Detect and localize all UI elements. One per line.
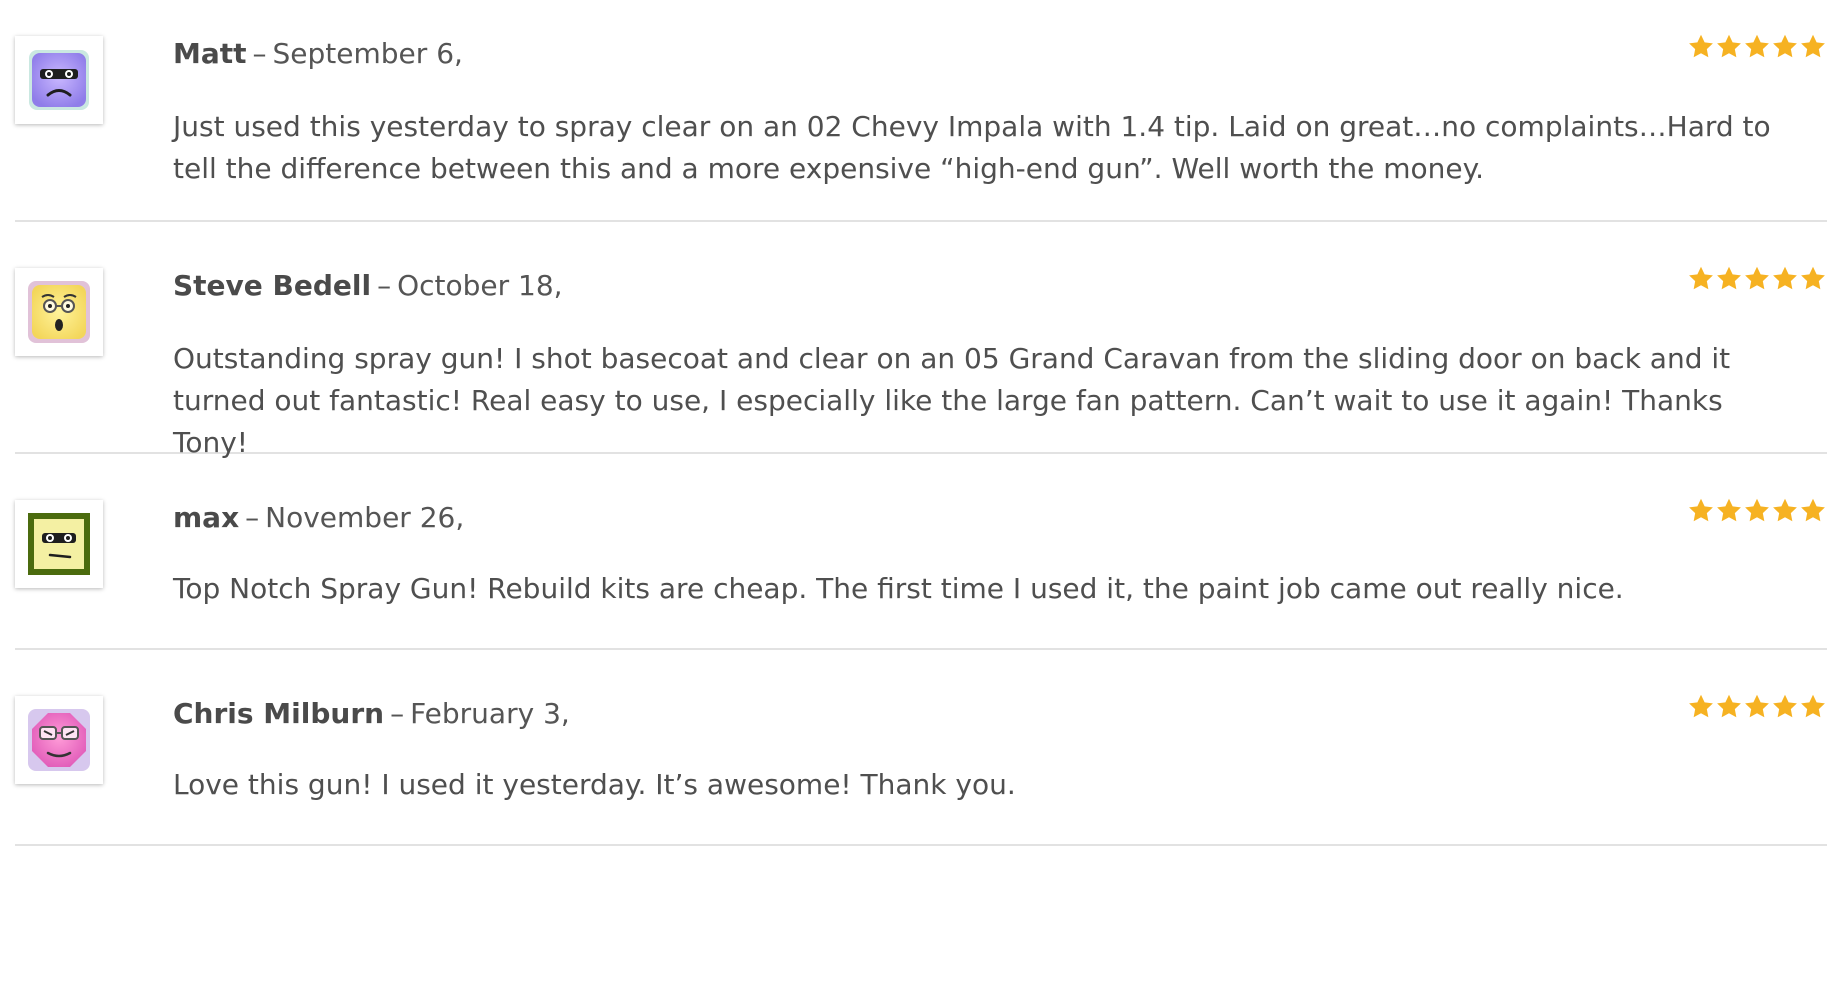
star-icon — [1717, 34, 1741, 58]
star-icon — [1773, 694, 1797, 718]
review-item: max – November 26, Top Notch Spray Gun! Re… — [15, 454, 1827, 650]
surprised-yellow-face-glasses-icon — [28, 281, 90, 343]
review-author: max — [173, 501, 240, 534]
star-icon — [1689, 34, 1713, 58]
review-meta: Chris Milburn – February 3, — [173, 697, 570, 731]
review-date: September 6, — [272, 37, 463, 70]
pink-octagon-face-glasses-icon — [28, 709, 90, 771]
star-icon — [1717, 266, 1741, 290]
star-icon — [1745, 266, 1769, 290]
star-icon — [1689, 266, 1713, 290]
review-item: Matt – September 6, Just used this yesterd… — [15, 0, 1827, 222]
meta-separator: – — [252, 37, 267, 70]
review-text: Outstanding spray gun! I shot basecoat a… — [173, 342, 1731, 459]
review-author: Chris Milburn — [173, 697, 385, 730]
review-author: Matt — [173, 37, 247, 70]
meta-separator: – — [245, 501, 260, 534]
review-text: Just used this yesterday to spray clear … — [173, 110, 1771, 185]
avatar — [15, 36, 103, 124]
avatar — [15, 500, 103, 588]
star-icon — [1745, 694, 1769, 718]
review-date: October 18, — [397, 269, 563, 302]
avatar — [15, 268, 103, 356]
star-rating — [1687, 693, 1827, 721]
review-item: Chris Milburn – February 3, Love this gun!… — [15, 650, 1827, 846]
neutral-yellow-face-green-frame-icon — [28, 513, 90, 575]
star-icon — [1801, 694, 1825, 718]
star-icon — [1717, 498, 1741, 522]
star-icon — [1717, 694, 1741, 718]
star-icon — [1689, 694, 1713, 718]
star-icon — [1801, 498, 1825, 522]
review-meta: Matt – September 6, — [173, 37, 463, 71]
star-rating — [1687, 265, 1827, 293]
star-rating — [1687, 497, 1827, 525]
review-text: Top Notch Spray Gun! Rebuild kits are ch… — [173, 572, 1624, 605]
review-text: Love this gun! I used it yesterday. It’s… — [173, 768, 1016, 801]
review-meta: Steve Bedell – October 18, — [173, 269, 563, 303]
star-icon — [1689, 498, 1713, 522]
star-rating — [1687, 33, 1827, 61]
star-icon — [1773, 498, 1797, 522]
meta-separator: – — [390, 697, 405, 730]
avatar — [15, 696, 103, 784]
reviews-list: Matt – September 6, Just used this yesterd… — [0, 0, 1842, 990]
meta-separator: – — [377, 269, 392, 302]
review-item: Steve Bedell – October 18, Outstanding spr… — [15, 222, 1827, 459]
star-icon — [1745, 34, 1769, 58]
star-icon — [1773, 34, 1797, 58]
review-author: Steve Bedell — [173, 269, 372, 302]
review-date: February 3, — [410, 697, 570, 730]
review-date: November 26, — [265, 501, 465, 534]
sad-purple-face-icon — [29, 50, 89, 110]
star-icon — [1801, 266, 1825, 290]
star-icon — [1773, 266, 1797, 290]
star-icon — [1745, 498, 1769, 522]
star-icon — [1801, 34, 1825, 58]
review-meta: max – November 26, — [173, 501, 464, 535]
